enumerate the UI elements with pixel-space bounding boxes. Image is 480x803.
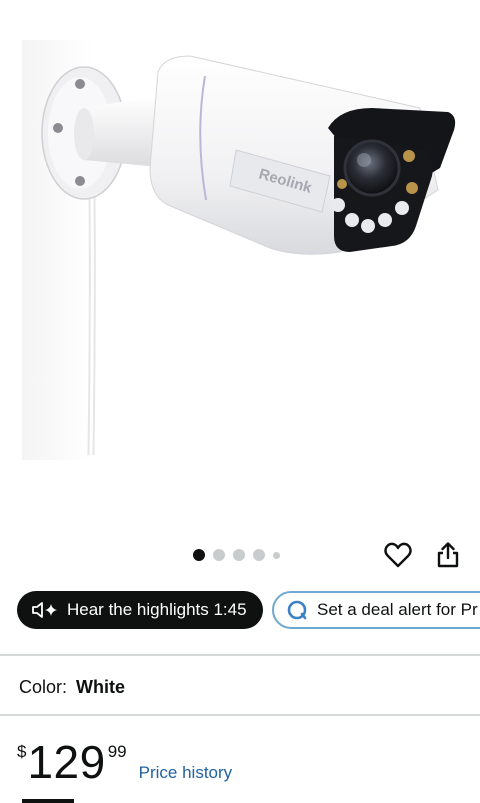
carousel-dot-1[interactable] (193, 549, 205, 561)
speaker-sparkle-icon (32, 602, 57, 618)
add-to-list-button[interactable] (380, 537, 416, 573)
carousel-dot-4[interactable] (253, 549, 265, 561)
image-carousel-indicator[interactable] (193, 548, 280, 562)
price-history-link[interactable]: Price history (139, 763, 233, 783)
product-image[interactable]: Reolink (0, 0, 480, 530)
carousel-dot-3[interactable] (233, 549, 245, 561)
hear-highlights-label: Hear the highlights 1:45 (67, 600, 247, 619)
hear-highlights-button[interactable]: Hear the highlights 1:45 (17, 591, 263, 629)
divider (0, 654, 480, 656)
share-icon (437, 542, 459, 568)
divider (0, 714, 480, 716)
price-currency-symbol: $ (17, 742, 27, 761)
feature-pill-row: Hear the highlights 1:45 Set a deal aler… (0, 589, 480, 631)
color-value: White (76, 677, 126, 697)
deal-alert-button[interactable]: Set a deal alert for Pr (272, 591, 480, 629)
price-whole: 129 (27, 736, 106, 788)
price-fraction: 99 (107, 742, 127, 761)
color-selector[interactable]: Color: White (19, 677, 125, 698)
carousel-dot-5[interactable] (273, 551, 280, 559)
deal-alert-label: Set a deal alert for Pr (317, 600, 478, 619)
heart-icon (384, 542, 412, 568)
camera-illustration: Reolink (22, 40, 456, 460)
carousel-dot-2[interactable] (213, 549, 225, 561)
share-button[interactable] (430, 537, 466, 573)
alert-icon (287, 600, 307, 620)
scroll-indicator (22, 799, 74, 803)
price-block: $ 129 99 Price history (17, 734, 232, 794)
color-label: Color: (19, 677, 68, 697)
